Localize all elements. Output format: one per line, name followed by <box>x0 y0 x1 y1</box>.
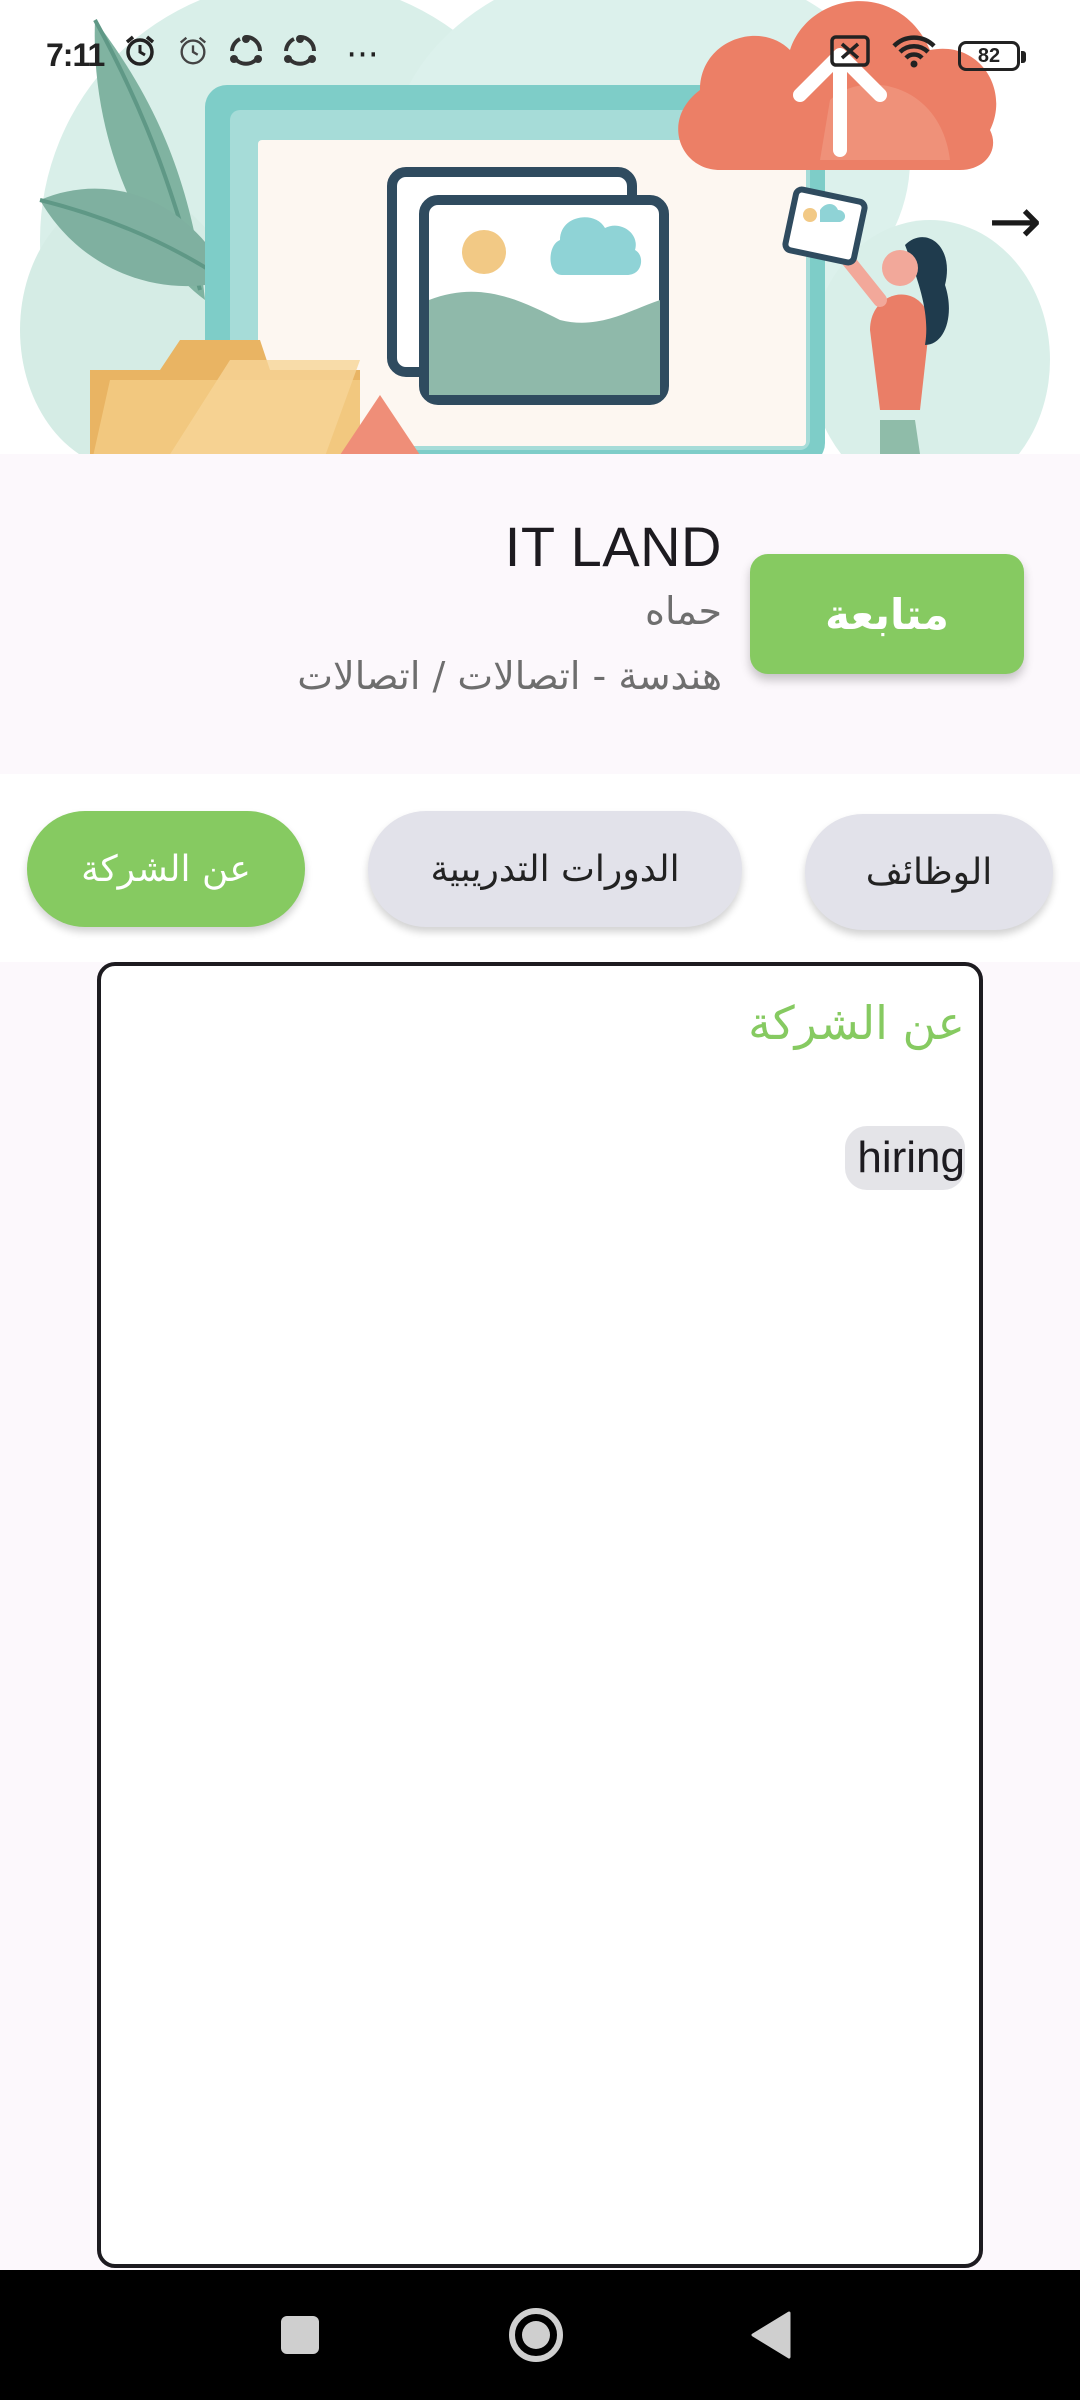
company-field: هندسة - اتصالات / اتصالات <box>297 654 722 698</box>
tab-courses[interactable]: الدورات التدريبية <box>368 811 742 927</box>
battery-icon: 82 <box>958 40 1026 71</box>
company-city: حماه <box>645 589 722 633</box>
recents-icon[interactable] <box>240 2270 360 2400</box>
company-info: IT LAND حماه هندسة - اتصالات / اتصالات م… <box>0 454 1080 774</box>
tab-jobs[interactable]: الوظائف <box>805 814 1053 930</box>
follow-button[interactable]: متابعة <box>750 554 1024 674</box>
more-dots-icon: ··· <box>346 35 379 75</box>
alarm-icon <box>176 34 210 77</box>
system-navigation-bar <box>0 2270 1080 2400</box>
status-time: 7:11 <box>46 36 105 73</box>
hiring-tag: hiring <box>845 1126 965 1190</box>
share-app-icon <box>282 33 318 78</box>
company-tabs: الوظائف الدورات التدريبية عن الشركة <box>0 774 1080 962</box>
alarm-icon <box>122 33 158 78</box>
about-title: عن الشركة <box>748 996 965 1050</box>
home-icon[interactable] <box>476 2270 596 2400</box>
next-arrow-icon[interactable]: → <box>988 190 1042 254</box>
about-company-card: عن الشركة hiring <box>97 962 983 2268</box>
wifi-icon <box>892 34 936 77</box>
back-icon[interactable] <box>710 2270 830 2400</box>
status-bar: 7:11 ··· 82 <box>0 0 1080 110</box>
sim-blocked-icon <box>830 35 870 76</box>
share-app-icon <box>228 33 264 78</box>
tab-about-company[interactable]: عن الشركة <box>27 811 305 927</box>
company-name: IT LAND <box>504 515 722 578</box>
